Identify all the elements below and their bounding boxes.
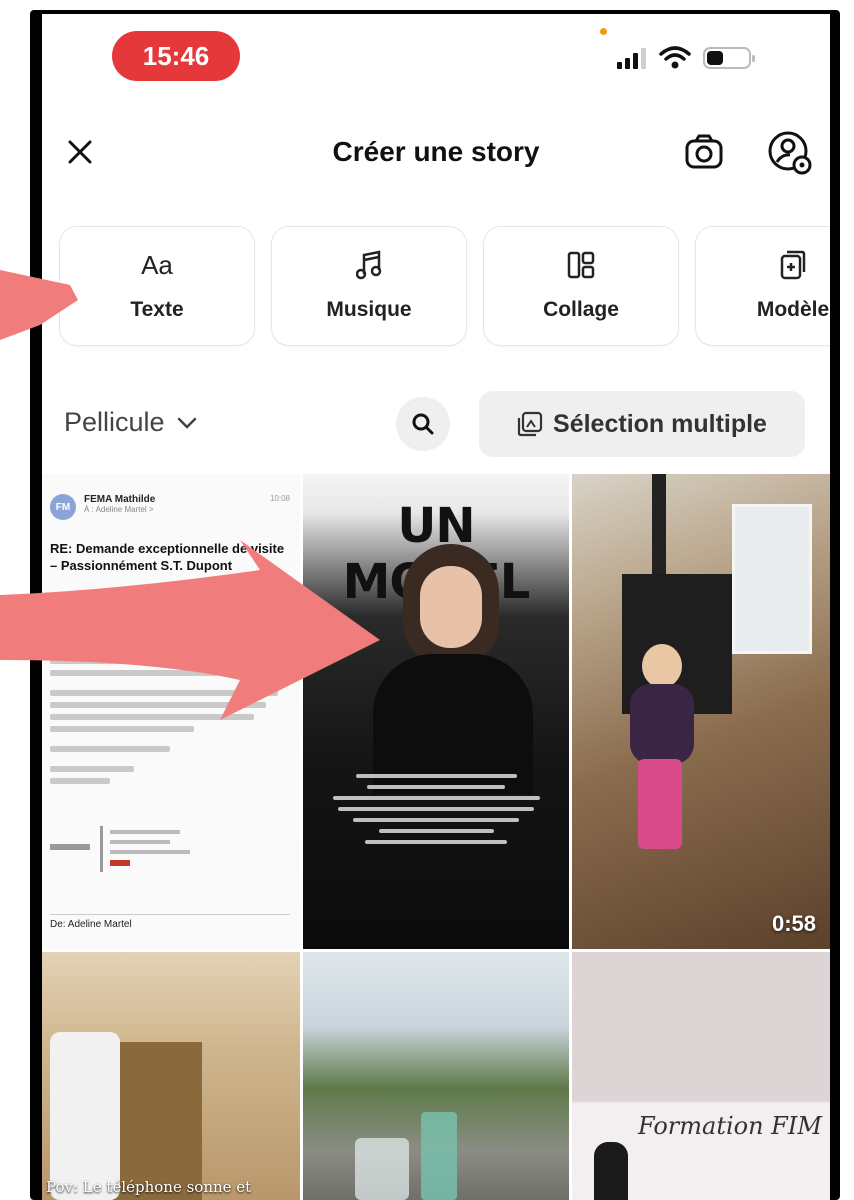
option-collage[interactable]: Collage bbox=[483, 226, 679, 346]
camera-button[interactable] bbox=[682, 131, 726, 175]
music-note-icon bbox=[356, 250, 382, 280]
status-time: 15:46 bbox=[112, 31, 240, 81]
room-caption: Pov: Le téléphone sonne et bbox=[46, 1178, 252, 1196]
mail-avatar: FM bbox=[50, 494, 76, 520]
option-text-label: Texte bbox=[130, 298, 184, 321]
option-template[interactable]: Modèle bbox=[695, 226, 830, 346]
option-template-label: Modèle bbox=[756, 298, 830, 321]
mail-subject: RE: Demande exceptionnelle de visite – P… bbox=[50, 541, 285, 573]
story-settings-button[interactable] bbox=[766, 129, 814, 177]
video-duration: 0:58 bbox=[771, 911, 816, 936]
chevron-down-icon bbox=[177, 417, 196, 429]
wifi-icon bbox=[659, 46, 691, 69]
gallery-search-button[interactable] bbox=[396, 397, 450, 451]
gallery-item-room-photo[interactable]: Pov: Le téléphone sonne et bbox=[42, 952, 300, 1200]
cellular-signal-icon bbox=[617, 48, 646, 69]
gallery-item-model-poster[interactable]: UN MODEL bbox=[303, 474, 569, 949]
multi-select-icon bbox=[517, 411, 543, 437]
story-creator-screen: 15:46 Créer une story Aa Texte Musique C… bbox=[42, 14, 830, 1200]
poster-body-text bbox=[321, 774, 551, 851]
text-format-icon: Aa bbox=[141, 249, 173, 280]
mail-sender: FEMA Mathilde bbox=[84, 494, 156, 505]
album-selector[interactable]: Pellicule bbox=[64, 407, 197, 438]
mail-time: 10:08 bbox=[269, 494, 290, 503]
gallery-item-formation-poster[interactable]: Formation FIM bbox=[572, 952, 830, 1200]
camera-icon bbox=[685, 134, 723, 169]
option-collage-label: Collage bbox=[543, 298, 619, 321]
gallery-item-video[interactable]: 0:58 bbox=[572, 474, 830, 949]
template-add-icon bbox=[780, 250, 806, 280]
create-options-row: Aa Texte Musique Collage Modèle bbox=[59, 226, 830, 346]
person-settings-icon bbox=[768, 131, 812, 175]
multi-select-label: Sélection multiple bbox=[553, 409, 767, 438]
search-icon bbox=[412, 413, 434, 435]
battery-icon bbox=[703, 47, 755, 69]
privacy-indicator bbox=[600, 28, 607, 35]
mail-recipient: À : Adeline Martel > bbox=[84, 505, 154, 514]
multi-select-button[interactable]: Sélection multiple bbox=[479, 391, 805, 457]
option-music-label: Musique bbox=[326, 298, 412, 321]
album-name: Pellicule bbox=[64, 407, 165, 437]
status-icons bbox=[617, 46, 755, 70]
collage-layout-icon bbox=[567, 251, 595, 279]
mail-from-line: De: Adeline Martel bbox=[50, 914, 290, 930]
gallery-item-email-screenshot[interactable]: FM FEMA Mathilde À : Adeline Martel > 10… bbox=[42, 474, 300, 949]
gallery-item-garden-photo[interactable] bbox=[303, 952, 569, 1200]
formation-title: Formation FIM bbox=[638, 1112, 822, 1140]
mail-body bbox=[50, 634, 290, 790]
option-text[interactable]: Aa Texte bbox=[59, 226, 255, 346]
option-music[interactable]: Musique bbox=[271, 226, 467, 346]
mail-signature-logo bbox=[50, 826, 190, 872]
